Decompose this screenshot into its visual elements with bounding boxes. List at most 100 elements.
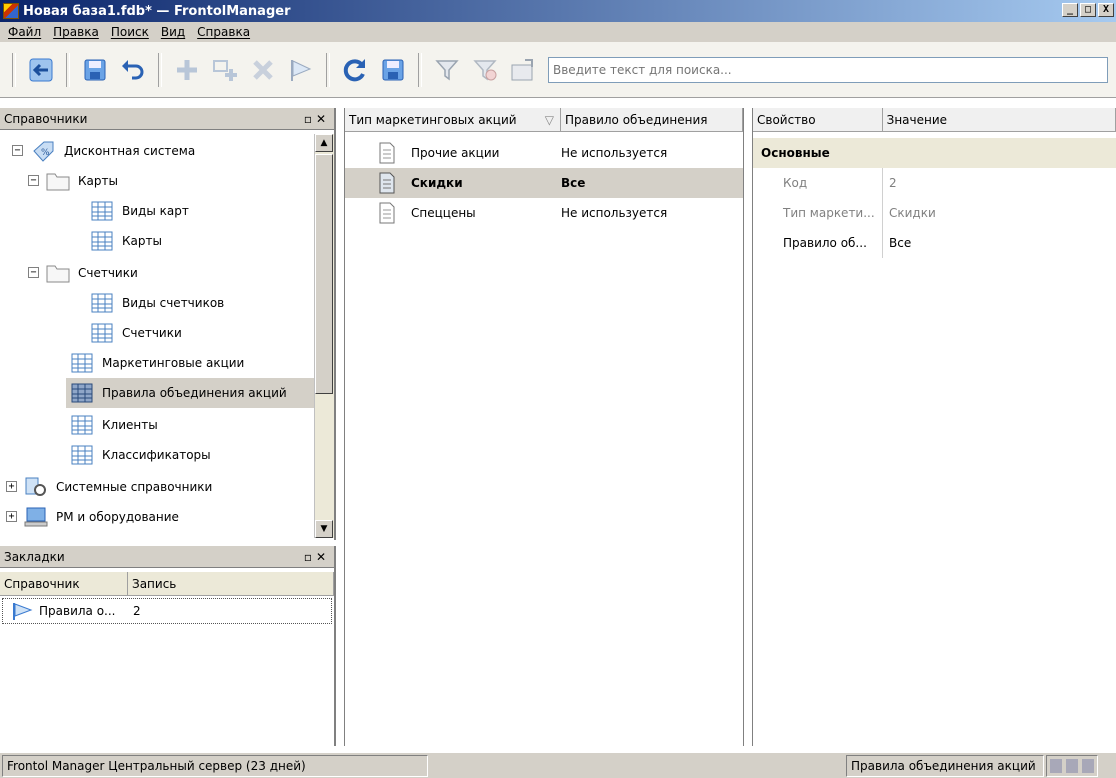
back-arrow-icon[interactable] — [23, 52, 59, 88]
tree-item-cards-folder[interactable]: − Карты — [28, 166, 308, 196]
property-row[interactable]: Правило об... Все — [753, 228, 1116, 258]
column-header-property[interactable]: Свойство — [753, 108, 883, 131]
refresh-icon[interactable] — [337, 52, 373, 88]
menu-view[interactable]: Вид — [155, 25, 191, 39]
tree-item-label: Виды карт — [122, 204, 189, 218]
tree-scrollbar[interactable]: ▲ ▼ — [314, 134, 334, 538]
settings-gear-icon — [25, 477, 46, 496]
table-icon — [91, 323, 113, 343]
row-type: Скидки — [411, 176, 463, 190]
tree-item-cards[interactable]: Карты — [90, 226, 310, 256]
scroll-thumb[interactable] — [315, 154, 333, 394]
bookmark-row[interactable]: Правила о... 2 — [2, 598, 332, 624]
status-server-text: Frontol Manager Центральный сервер (23 д… — [2, 755, 428, 777]
property-value: 2 — [889, 176, 897, 190]
references-panel: Справочники ▫✕ − % Дисконтная система − … — [0, 108, 336, 540]
copy-add-icon[interactable] — [207, 52, 243, 88]
export-icon[interactable] — [505, 52, 541, 88]
column-header-value[interactable]: Значение — [883, 108, 1116, 131]
panel-float-close-icons[interactable]: ▫✕ — [304, 550, 330, 564]
collapse-icon[interactable]: − — [28, 267, 39, 278]
menu-help[interactable]: Справка — [191, 25, 256, 39]
maximize-button[interactable]: □ — [1080, 3, 1096, 17]
tree-item-label: Счетчики — [122, 326, 182, 340]
row-rule: Все — [561, 176, 586, 190]
app-icon — [3, 3, 19, 19]
tree-item-clients[interactable]: Клиенты — [70, 410, 310, 440]
column-header[interactable]: Запись — [128, 572, 334, 595]
computer-icon — [24, 507, 48, 527]
minimize-button[interactable]: _ — [1062, 3, 1078, 17]
table-icon — [91, 231, 113, 251]
menu-file[interactable]: Файл — [2, 25, 47, 39]
tree-item-workplace-equipment[interactable]: + РМ и оборудование — [6, 502, 306, 532]
toolbar-grip — [12, 52, 16, 87]
save-icon[interactable] — [77, 52, 113, 88]
close-button[interactable]: X — [1098, 3, 1114, 17]
grid-row-selected[interactable]: Скидки Все — [345, 168, 743, 198]
bookmark-flag-icon[interactable] — [283, 52, 319, 88]
save-all-icon[interactable] — [375, 52, 411, 88]
tree-item-action-rules[interactable]: Правила объединения акций — [66, 378, 314, 408]
grid-header: Тип маркетинговых акций ▽ Правило объеди… — [345, 108, 743, 132]
progress-indicator — [1046, 755, 1098, 777]
column-header[interactable]: Справочник — [0, 572, 128, 595]
scroll-down-icon[interactable]: ▼ — [315, 520, 333, 538]
collapse-icon[interactable]: − — [12, 145, 23, 156]
bookmarks-panel: Закладки ▫✕ Справочник Запись Правила о.… — [0, 546, 336, 746]
tree-item-counters-folder[interactable]: − Счетчики — [28, 258, 308, 288]
tree-item-label: Виды счетчиков — [122, 296, 225, 310]
tree-item-system-refs[interactable]: + Системные справочники — [6, 472, 306, 502]
document-icon — [379, 142, 395, 164]
tree-item-counter-types[interactable]: Виды счетчиков — [90, 288, 310, 318]
table-icon — [91, 201, 113, 221]
tree-item-label: Клиенты — [102, 418, 158, 432]
collapse-icon[interactable]: − — [28, 175, 39, 186]
svg-text:%: % — [41, 148, 50, 158]
column-header-type[interactable]: Тип маркетинговых акций ▽ — [345, 108, 561, 131]
bookmark-ref: Правила о... — [39, 604, 116, 618]
tree-item-marketing-actions[interactable]: Маркетинговые акции — [70, 348, 310, 378]
tree-item-card-types[interactable]: Виды карт — [90, 196, 310, 226]
discount-icon: % — [33, 141, 54, 162]
tree-item-label: РМ и оборудование — [56, 510, 179, 524]
filter-icon[interactable] — [429, 52, 465, 88]
property-row[interactable]: Код 2 — [753, 168, 1116, 198]
undo-icon[interactable] — [115, 52, 151, 88]
column-header-rule[interactable]: Правило объединения — [561, 108, 743, 131]
property-value: Все — [889, 236, 912, 250]
toolbar-separator — [66, 52, 70, 87]
tree-item-classifiers[interactable]: Классификаторы — [70, 440, 310, 470]
property-row[interactable]: Тип маркети... Скидки — [753, 198, 1116, 228]
property-value: Скидки — [889, 206, 936, 220]
row-type: Прочие акции — [411, 146, 500, 160]
scroll-up-icon[interactable]: ▲ — [315, 134, 333, 152]
bookmarks-panel-header: Закладки ▫✕ — [0, 546, 334, 568]
delete-icon[interactable] — [245, 52, 281, 88]
table-icon — [91, 293, 113, 313]
filter-clear-icon[interactable] — [467, 52, 503, 88]
expand-icon[interactable]: + — [6, 481, 17, 492]
grid-row[interactable]: Спеццены Не используется — [345, 198, 743, 228]
tree-item-label: Правила объединения акций — [102, 386, 287, 400]
references-panel-header: Справочники ▫✕ — [0, 108, 334, 130]
tree-item-discount-system[interactable]: − % Дисконтная система — [12, 136, 312, 166]
menu-edit[interactable]: Правка — [47, 25, 105, 39]
grid-row[interactable]: Прочие акции Не используется — [345, 138, 743, 168]
table-icon — [71, 415, 93, 435]
window-title: Новая база1.fdb* — FrontolManager — [23, 3, 291, 19]
toolbar-separator — [326, 52, 330, 87]
folder-icon — [46, 173, 70, 191]
bookmarks-panel-title: Закладки — [4, 549, 65, 564]
properties-header: Свойство Значение — [753, 108, 1116, 132]
search-input[interactable] — [548, 56, 1108, 83]
status-bar: Frontol Manager Центральный сервер (23 д… — [0, 752, 1116, 778]
tree-item-label: Карты — [78, 174, 118, 188]
table-icon — [71, 445, 93, 465]
menu-search[interactable]: Поиск — [105, 25, 155, 39]
expand-icon[interactable]: + — [6, 511, 17, 522]
tree-item-counters[interactable]: Счетчики — [90, 318, 310, 348]
property-group[interactable]: Основные — [753, 138, 1116, 168]
add-icon[interactable] — [169, 52, 205, 88]
panel-float-close-icons[interactable]: ▫✕ — [304, 112, 330, 126]
